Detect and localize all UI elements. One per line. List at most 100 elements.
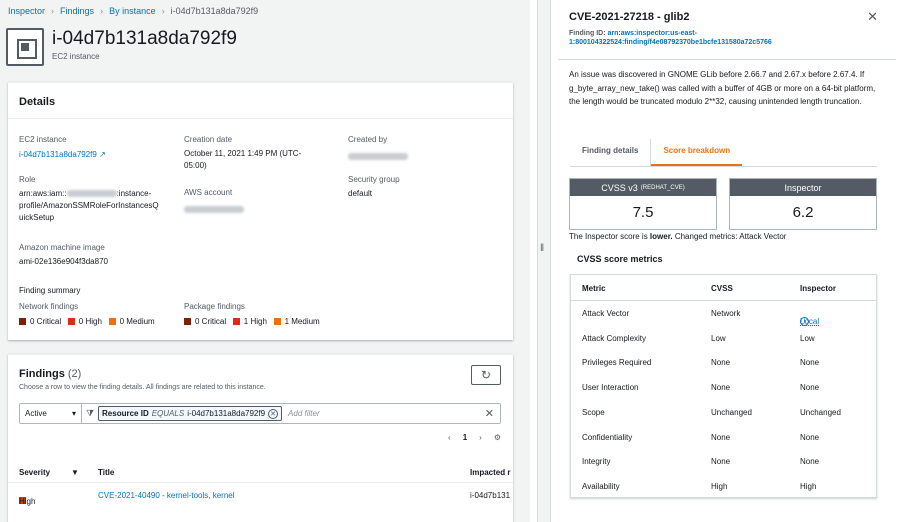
network-medium: 0 Medium — [119, 317, 155, 326]
col-impacted[interactable]: Impacted r — [470, 468, 510, 477]
role-line1-prefix: arn:aws:iam:: — [19, 189, 67, 198]
score-comparison: The Inspector score is lower. Changed me… — [569, 232, 786, 241]
table-row: Confidentiality None None — [571, 425, 876, 450]
finding-id-label: Finding ID: — [569, 30, 606, 37]
divider — [558, 59, 896, 60]
ec2-instance-icon — [6, 28, 44, 66]
table-row: Attack Vector Network i Local — [571, 301, 876, 326]
settings-gear-icon[interactable]: ⚙ — [494, 433, 501, 442]
page-header: i-04d7b131a8da792f9 EC2 instance — [6, 28, 237, 66]
finding-detail-panel: CVE-2021-27218 - glib2 ✕ Finding ID: arn… — [558, 0, 896, 522]
add-filter-input[interactable]: Add filter — [288, 409, 485, 418]
role-label: Role — [19, 175, 36, 184]
findings-title: Findings — [19, 368, 65, 380]
role-line1-suffix: :instance- — [116, 189, 152, 198]
metric-inspector: None — [800, 432, 820, 442]
inspector-score-header: Inspector — [730, 179, 876, 196]
funnel-icon: ⧩ — [86, 408, 95, 418]
inspector-score-card: Inspector 6.2 — [729, 178, 877, 230]
cvss-metrics-table: Metric CVSS Inspector Attack Vector Netwo… — [570, 274, 877, 498]
metric-cvss: None — [711, 432, 731, 442]
network-critical: 0 Critical — [30, 317, 62, 326]
ami-label: Amazon machine image — [19, 243, 105, 252]
table-row: Privileges Required None None — [571, 350, 876, 375]
cvss-score-value: 7.5 — [632, 204, 654, 221]
sort-down-icon[interactable]: ▼ — [71, 468, 79, 477]
redacted-value — [66, 190, 117, 198]
col-severity[interactable]: Severity — [19, 468, 50, 477]
page-number[interactable]: 1 — [463, 433, 467, 442]
impacted-cell: i-04d7b131 — [470, 491, 511, 500]
metric-name: Scope — [582, 407, 605, 417]
metric-cvss: None — [711, 383, 731, 393]
findings-table-header: Severity ▼ Title Impacted r — [8, 463, 513, 483]
compare-suffix: Changed metrics: Attack Vector — [672, 232, 787, 241]
tab-score-breakdown[interactable]: Score breakdown — [651, 139, 743, 166]
created-by-label: Created by — [348, 135, 388, 144]
chevron-right-icon: › — [100, 6, 104, 16]
metric-cvss: High — [711, 481, 728, 491]
medium-severity-square — [273, 318, 281, 325]
finding-summary-label: Finding summary — [19, 286, 81, 295]
caret-down-icon: ▾ — [71, 409, 76, 418]
package-findings-label: Package findings — [184, 302, 245, 311]
chevron-right-icon: › — [161, 6, 165, 16]
metric-inspector[interactable]: Local — [800, 317, 819, 326]
breadcrumb-by-instance[interactable]: By instance — [109, 6, 156, 16]
panel-splitter[interactable] — [537, 0, 551, 522]
chevron-right-icon: › — [51, 6, 55, 16]
col-title[interactable]: Title — [98, 468, 114, 477]
ami-value: ami-02e136e904f3da870 — [19, 257, 108, 266]
refresh-icon: ↻ — [480, 368, 492, 382]
status-select[interactable]: Active ▾ — [20, 404, 82, 423]
cvss-label: CVSS v3 — [601, 182, 638, 193]
filter-token-key: Resource ID — [102, 409, 149, 418]
metric-cvss: None — [711, 457, 731, 467]
clear-filters-icon[interactable]: ✕ — [485, 407, 494, 420]
external-link-icon[interactable]: ↗ — [99, 150, 106, 159]
findings-description: Choose a row to view the finding details… — [19, 384, 266, 391]
filter-token[interactable]: Resource ID EQUALS i-04d7b131a8da792f9 ✕ — [98, 406, 283, 421]
finding-id: Finding ID: arn:aws:inspector:us-east-1:… — [569, 29, 829, 47]
breadcrumb-current: i-04d7b131a8da792f9 — [170, 6, 259, 16]
created-by-value — [348, 151, 408, 163]
network-high: 0 High — [78, 317, 102, 326]
metric-name: Attack Vector — [582, 309, 630, 318]
metric-name: Confidentiality — [582, 432, 633, 442]
page-subtitle: EC2 instance — [52, 52, 100, 61]
breadcrumb-findings[interactable]: Findings — [60, 6, 94, 16]
breadcrumb: Inspector › Findings › By instance › i-0… — [8, 6, 258, 16]
remove-token-icon[interactable]: ✕ — [268, 408, 279, 419]
inspector-score-value: 6.2 — [792, 204, 814, 221]
table-row[interactable]: High CVE-2021-40490 - kernel-tools, kern… — [8, 485, 513, 506]
security-group-label: Security group — [348, 175, 400, 184]
main-content: Inspector › Findings › By instance › i-0… — [0, 0, 530, 522]
cvss-score-card: CVSS v3 (REDHAT_CVE) 7.5 — [569, 178, 717, 230]
table-row: Availability High High — [571, 474, 876, 499]
breadcrumb-inspector[interactable]: Inspector — [8, 6, 45, 16]
finding-title-link[interactable]: CVE-2021-40490 - kernel-tools, kernel — [98, 491, 235, 500]
findings-heading: Findings (2) — [19, 368, 81, 380]
metric-name: Availability — [582, 481, 620, 491]
drag-handle-icon[interactable]: ‖ — [540, 243, 544, 254]
filter-bar: Active ▾ ⧩ Resource ID EQUALS i-04d7b131a… — [19, 403, 501, 424]
medium-severity-square — [108, 318, 116, 325]
chevron-left-icon[interactable]: ‹ — [448, 433, 451, 442]
creation-date-value: October 11, 2021 1:49 PM (UTC- 05:00) — [184, 148, 301, 172]
ec2-instance-link[interactable]: i-04d7b131a8da792f9 ↗ — [19, 149, 106, 161]
refresh-button[interactable]: ↻ — [471, 365, 501, 385]
col-inspector: Inspector — [800, 284, 837, 293]
tab-finding-details[interactable]: Finding details — [570, 139, 652, 166]
network-findings-label: Network findings — [19, 302, 79, 311]
ec2-instance-value[interactable]: i-04d7b131a8da792f9 — [19, 150, 97, 159]
close-icon[interactable]: ✕ — [867, 9, 878, 25]
metric-name: Integrity — [582, 457, 611, 467]
filter-token-value: i-04d7b131a8da792f9 — [187, 409, 266, 418]
network-findings: 0 Critical 0 High 0 Medium — [19, 316, 155, 328]
metric-inspector: None — [800, 457, 820, 467]
creation-date-line1: October 11, 2021 1:49 PM (UTC- — [184, 149, 302, 158]
chevron-right-icon[interactable]: › — [479, 433, 482, 442]
status-select-value: Active — [25, 409, 47, 418]
redacted-value — [184, 206, 244, 214]
security-group-value: default — [348, 189, 373, 198]
